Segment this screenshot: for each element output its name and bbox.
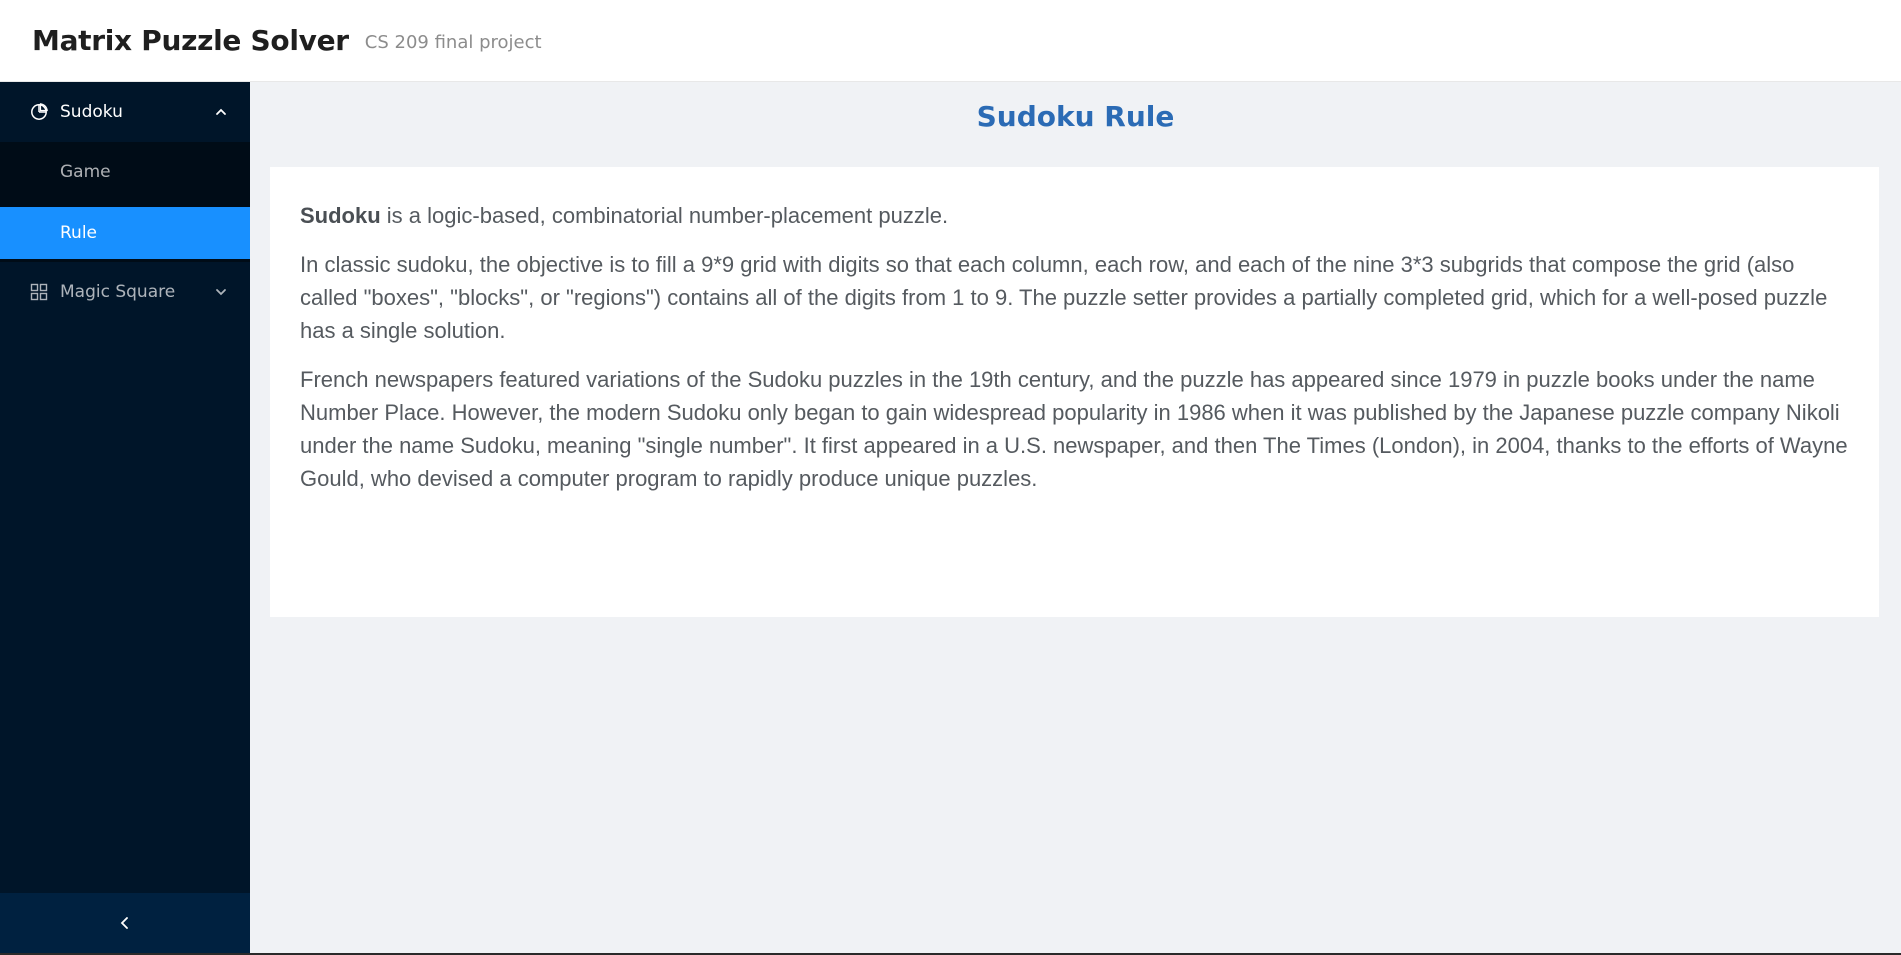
sidebar: Sudoku Game Rule Magic Square [0, 82, 250, 953]
sidebar-item-rule[interactable]: Rule [0, 207, 250, 259]
sidebar-item-game[interactable]: Game [0, 142, 250, 202]
sidebar-item-label: Magic Square [60, 282, 176, 302]
appstore-icon [30, 283, 48, 301]
pie-chart-icon [31, 103, 48, 120]
page-title: Sudoku Rule [976, 100, 1175, 133]
sidebar-item-label: Rule [60, 223, 98, 243]
history-paragraph: French newspapers featured variations of… [300, 367, 1848, 491]
sidebar-item-sudoku[interactable]: Sudoku [0, 82, 250, 142]
chevron-left-icon [120, 917, 128, 929]
intro-paragraph: Sudoku is a logic-based, combinatorial n… [300, 199, 1849, 232]
chevron-up-icon [216, 108, 226, 115]
rule-card: Sudoku is a logic-based, combinatorial n… [270, 167, 1879, 617]
app-header: Matrix Puzzle Solver CS 209 final projec… [0, 0, 1901, 82]
app-subtitle: CS 209 final project [364, 32, 542, 53]
sidebar-item-label: Game [60, 162, 111, 182]
app-title: Matrix Puzzle Solver [32, 24, 349, 57]
sidebar-item-label: Sudoku [60, 102, 123, 122]
chevron-down-icon [216, 289, 226, 296]
sidebar-item-magic-square[interactable]: Magic Square [0, 262, 250, 322]
intro-text: is a logic-based, combinatorial number-p… [380, 203, 949, 228]
sidebar-collapse-button[interactable] [0, 893, 250, 953]
objective-paragraph: In classic sudoku, the objective is to f… [300, 252, 1828, 343]
sudoku-term: Sudoku [300, 203, 381, 228]
